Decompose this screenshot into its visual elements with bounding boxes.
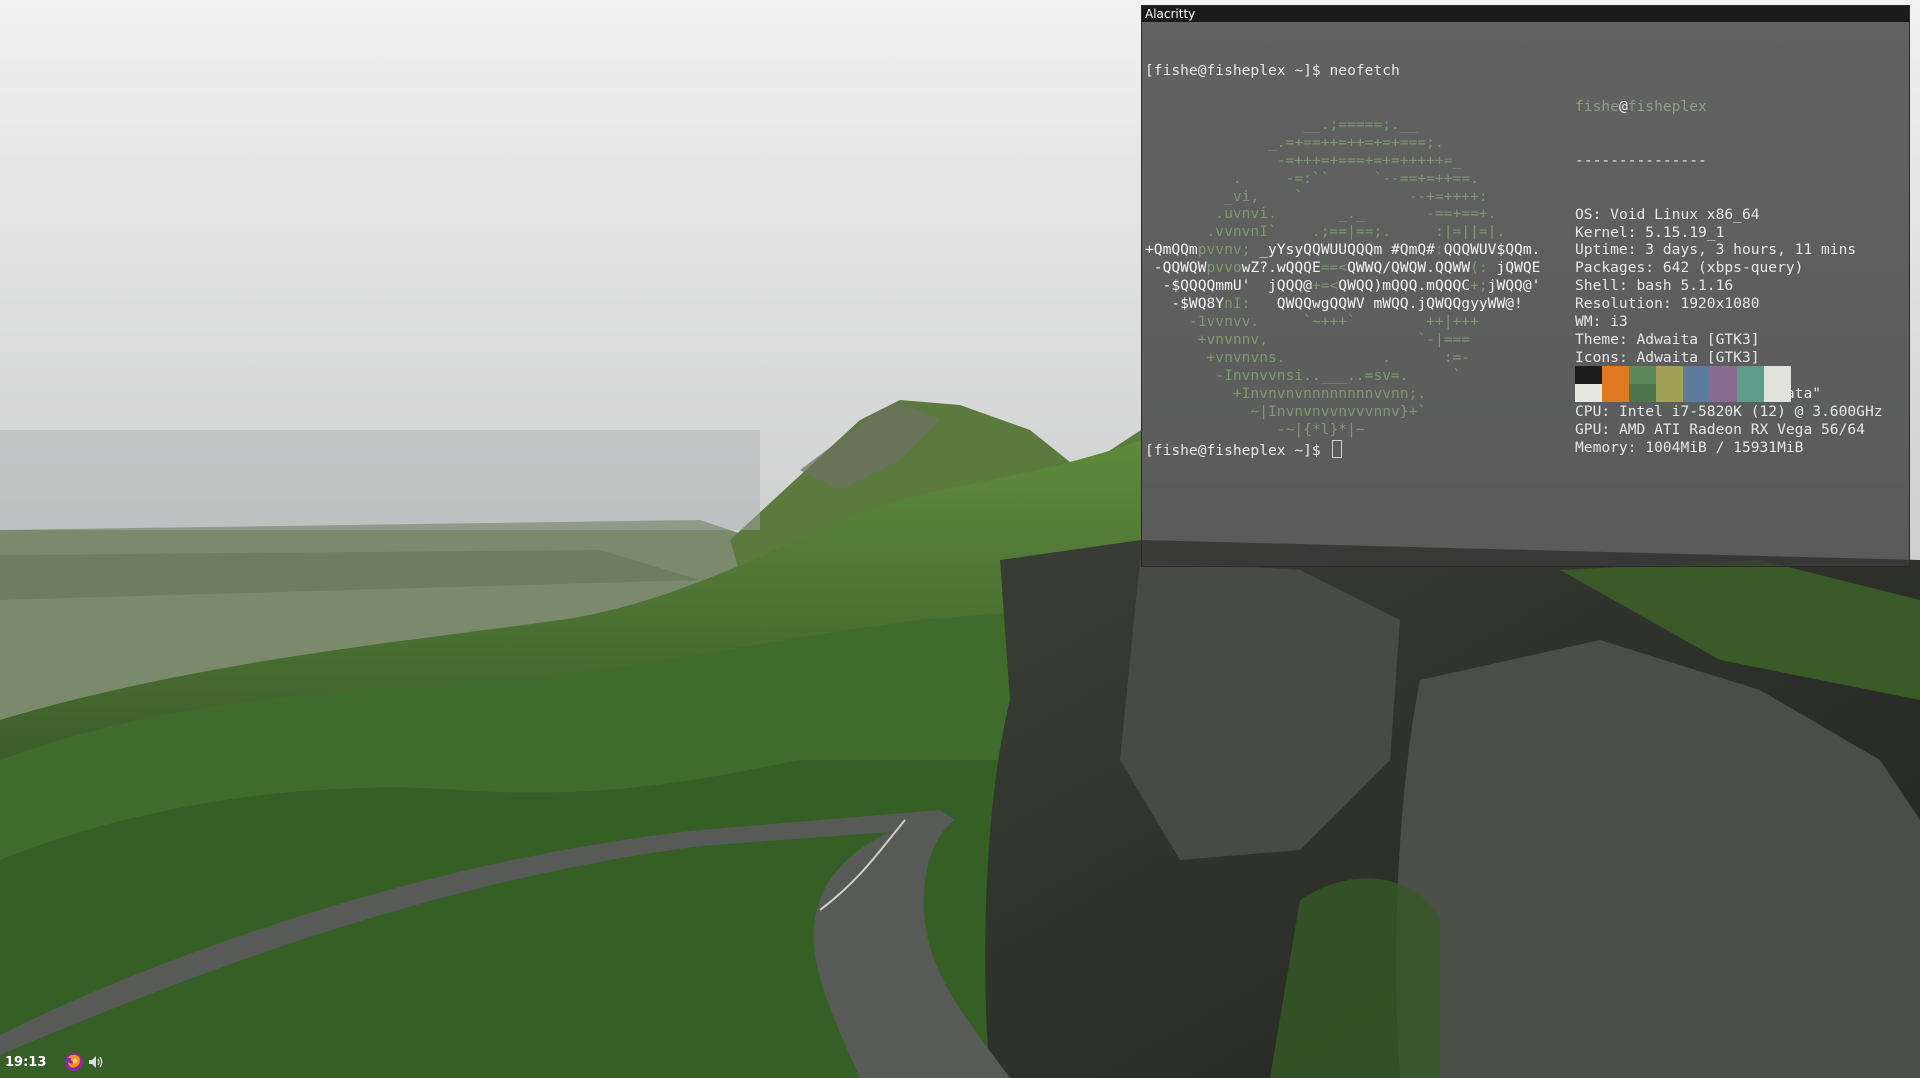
- info-row-theme: Theme: Adwaita [GTK3]: [1575, 331, 1760, 349]
- info-value: 1920x1080: [1680, 295, 1760, 313]
- system-info: fishe@fisheplex --------------- OS: Void…: [1575, 62, 1883, 493]
- info-key: CPU: [1575, 402, 1602, 420]
- terminal-titlebar[interactable]: Alacritty: [1142, 6, 1909, 22]
- info-key: Shell: [1575, 277, 1619, 295]
- info-row-os: OS: Void Linux x86_64: [1575, 205, 1760, 223]
- info-key: OS: [1575, 205, 1593, 223]
- color-palette: [1575, 366, 1791, 402]
- color-swatch: [1656, 366, 1683, 402]
- info-key: GPU: [1575, 420, 1602, 438]
- info-key: Kernel: [1575, 223, 1628, 241]
- color-swatch: [1737, 366, 1764, 402]
- info-row-uptime: Uptime: 3 days, 3 hours, 11 mins: [1575, 241, 1857, 259]
- info-value: Intel i7-5820K (12) @ 3.600GHz: [1618, 402, 1883, 420]
- info-value: AMD ATI Radeon RX Vega 56/64: [1618, 420, 1865, 438]
- text-cursor: [1331, 440, 1342, 458]
- info-row-resolution: Resolution: 1920x1080: [1575, 295, 1760, 313]
- info-value: 3 days, 3 hours, 11 mins: [1645, 241, 1857, 259]
- terminal-window[interactable]: Alacritty [fishe@fisheplex ~]$ neofetch …: [1141, 5, 1910, 567]
- info-row-packages: Packages: 642 (xbps-query): [1575, 259, 1804, 277]
- color-swatch: [1629, 366, 1656, 402]
- color-swatch: [1764, 366, 1791, 402]
- user-host: fishe@fisheplex: [1575, 97, 1707, 115]
- info-key: Theme: [1575, 331, 1619, 349]
- info-value: 1004MiB / 15931MiB: [1645, 438, 1804, 456]
- info-separator: ---------------: [1575, 151, 1707, 169]
- info-value: Void Linux x86_64: [1610, 205, 1760, 223]
- info-row-memory: Memory: 1004MiB / 15931MiB: [1575, 438, 1804, 456]
- clock: 19:13: [5, 1055, 47, 1070]
- volume-icon[interactable]: [87, 1053, 105, 1071]
- info-row-icons: Icons: Adwaita [GTK3]: [1575, 349, 1760, 367]
- info-row-gpu: GPU: AMD ATI Radeon RX Vega 56/64: [1575, 420, 1865, 438]
- info-value: 5.15.19_1: [1645, 223, 1725, 241]
- color-swatch: [1710, 366, 1737, 402]
- terminal-content[interactable]: [fishe@fisheplex ~]$ neofetch __.;=====;…: [1142, 22, 1909, 586]
- info-row-kernel: Kernel: 5.15.19_1: [1575, 223, 1725, 241]
- info-key: Packages: [1575, 259, 1646, 277]
- info-value: i3: [1610, 313, 1628, 331]
- info-key: Memory: [1575, 438, 1628, 456]
- info-row-wm: WM: i3: [1575, 313, 1628, 331]
- firefox-icon[interactable]: [64, 1052, 84, 1072]
- info-value: Adwaita [GTK3]: [1636, 331, 1760, 349]
- color-swatch: [1683, 366, 1710, 402]
- info-key: Icons: [1575, 349, 1619, 367]
- info-value: 642 (xbps-query): [1662, 259, 1804, 277]
- terminal-prompt[interactable]: [fishe@fisheplex ~]$: [1145, 440, 1342, 459]
- info-key: WM: [1575, 313, 1593, 331]
- info-value: bash 5.1.16: [1636, 277, 1734, 295]
- info-row-shell: Shell: bash 5.1.16: [1575, 277, 1734, 295]
- window-title: Alacritty: [1145, 7, 1196, 21]
- status-bar: 19:13: [0, 1048, 1920, 1078]
- info-value: Adwaita [GTK3]: [1636, 349, 1760, 367]
- color-swatch: [1575, 366, 1602, 402]
- info-key: Resolution: [1575, 295, 1663, 313]
- info-key: Uptime: [1575, 241, 1628, 259]
- color-swatch: [1602, 366, 1629, 402]
- info-row-cpu: CPU: Intel i7-5820K (12) @ 3.600GHz: [1575, 402, 1883, 420]
